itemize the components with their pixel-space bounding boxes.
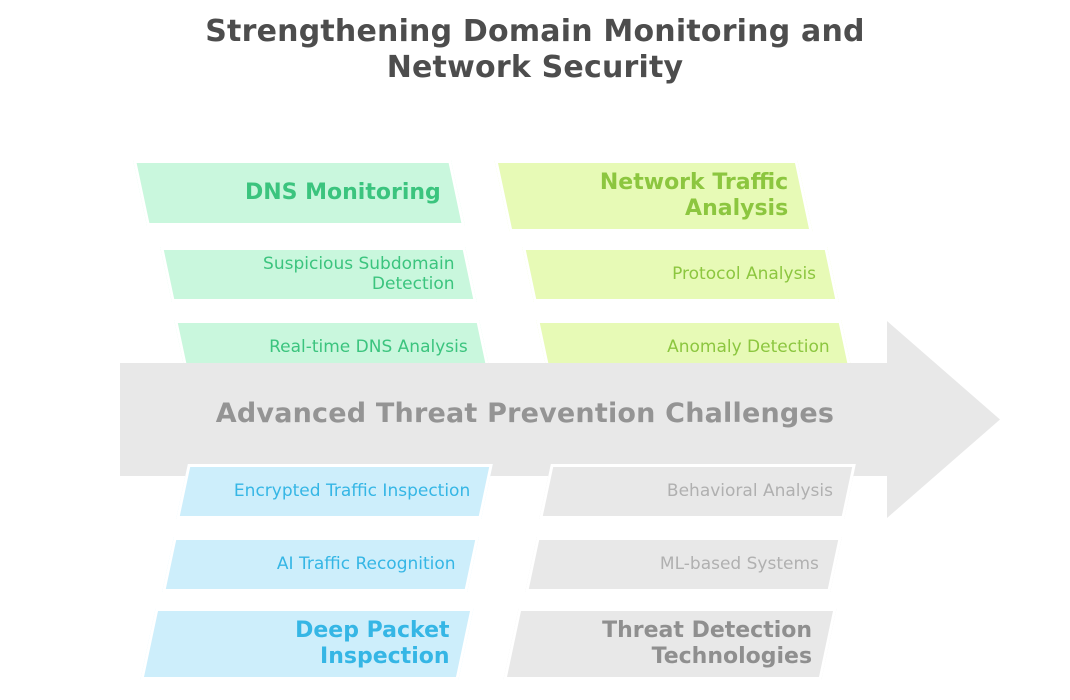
- list-item-label: ML-based Systems: [660, 553, 819, 574]
- column-heading-label: Network Traffic Analysis: [599, 170, 788, 221]
- infographic-canvas: Strengthening Domain Monitoring and Netw…: [0, 0, 1070, 700]
- list-item-label: Behavioral Analysis: [666, 480, 833, 501]
- list-item-label: AI Traffic Recognition: [277, 553, 456, 574]
- list-item-real-time-dns-analysis[interactable]: Real-time DNS Analysis: [174, 320, 491, 375]
- column-heading-dns-monitoring[interactable]: DNS Monitoring: [132, 160, 466, 226]
- column-heading-deep-packet-inspection[interactable]: Deep Packet Inspection: [140, 608, 474, 680]
- page-title-line-2: Network Security: [386, 50, 684, 85]
- column-heading-network-traffic-analysis[interactable]: Network Traffic Analysis: [494, 160, 813, 232]
- center-arrow-label: Advanced Threat Prevention Challenges: [215, 398, 835, 429]
- column-heading-label: DNS Monitoring: [245, 180, 441, 206]
- list-item-label: Encrypted Traffic Inspection: [233, 480, 470, 501]
- list-item-label: Real-time DNS Analysis: [269, 336, 468, 357]
- list-item-ml-based-systems[interactable]: ML-based Systems: [525, 537, 842, 592]
- list-item-label: Suspicious Subdomain Detection: [262, 253, 454, 294]
- column-heading-threat-detection-technologies[interactable]: Threat Detection Technologies: [503, 608, 837, 680]
- list-item-behavioral-analysis[interactable]: Behavioral Analysis: [539, 464, 856, 519]
- list-item-label: Anomaly Detection: [667, 336, 830, 357]
- list-item-suspicious-subdomain-detection[interactable]: Suspicious Subdomain Detection: [160, 247, 477, 302]
- column-heading-label: Deep Packet Inspection: [294, 618, 449, 669]
- list-item-encrypted-traffic-inspection[interactable]: Encrypted Traffic Inspection: [176, 464, 493, 519]
- page-title: Strengthening Domain Monitoring and Netw…: [0, 14, 1070, 86]
- list-item-protocol-analysis[interactable]: Protocol Analysis: [522, 247, 839, 302]
- column-heading-label: Threat Detection Technologies: [602, 618, 812, 669]
- page-title-line-1: Strengthening Domain Monitoring and: [205, 14, 865, 49]
- list-item-ai-traffic-recognition[interactable]: AI Traffic Recognition: [162, 537, 479, 592]
- list-item-label: Protocol Analysis: [672, 263, 816, 284]
- list-item-anomaly-detection[interactable]: Anomaly Detection: [536, 320, 853, 375]
